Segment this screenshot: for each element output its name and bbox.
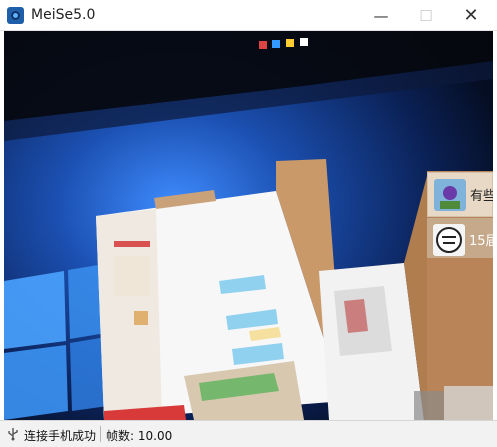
camera-feed-image [4,31,493,420]
close-button[interactable]: ✕ [448,0,494,31]
fps-readout: 帧数: 10.00 [106,429,173,443]
notification-text: 有些 [470,189,493,204]
notification-text: 15届 [469,234,493,249]
avatar [434,179,466,211]
maximize-icon: ☐ [419,6,433,25]
app-window: MeiSe5.0 — ☐ ✕ 有些 15届 连接手机成功 帧数: 10.00 [0,0,497,447]
avatar [433,224,465,256]
minimize-icon: — [373,6,389,25]
notification-item[interactable]: 15届 [427,218,493,258]
status-separator [100,426,101,442]
title-bar[interactable]: MeiSe5.0 — ☐ ✕ [0,0,497,31]
notification-item[interactable]: 有些 [427,172,493,217]
app-icon [7,7,24,24]
usb-icon [8,428,18,441]
status-bar: 连接手机成功 帧数: 10.00 [0,420,497,447]
connection-status: 连接手机成功 [24,429,97,443]
maximize-button[interactable]: ☐ [403,0,449,31]
close-icon: ✕ [463,5,479,26]
camera-viewport[interactable]: 有些 15届 [4,31,493,420]
window-title: MeiSe5.0 [31,7,96,23]
minimize-button[interactable]: — [358,0,404,31]
